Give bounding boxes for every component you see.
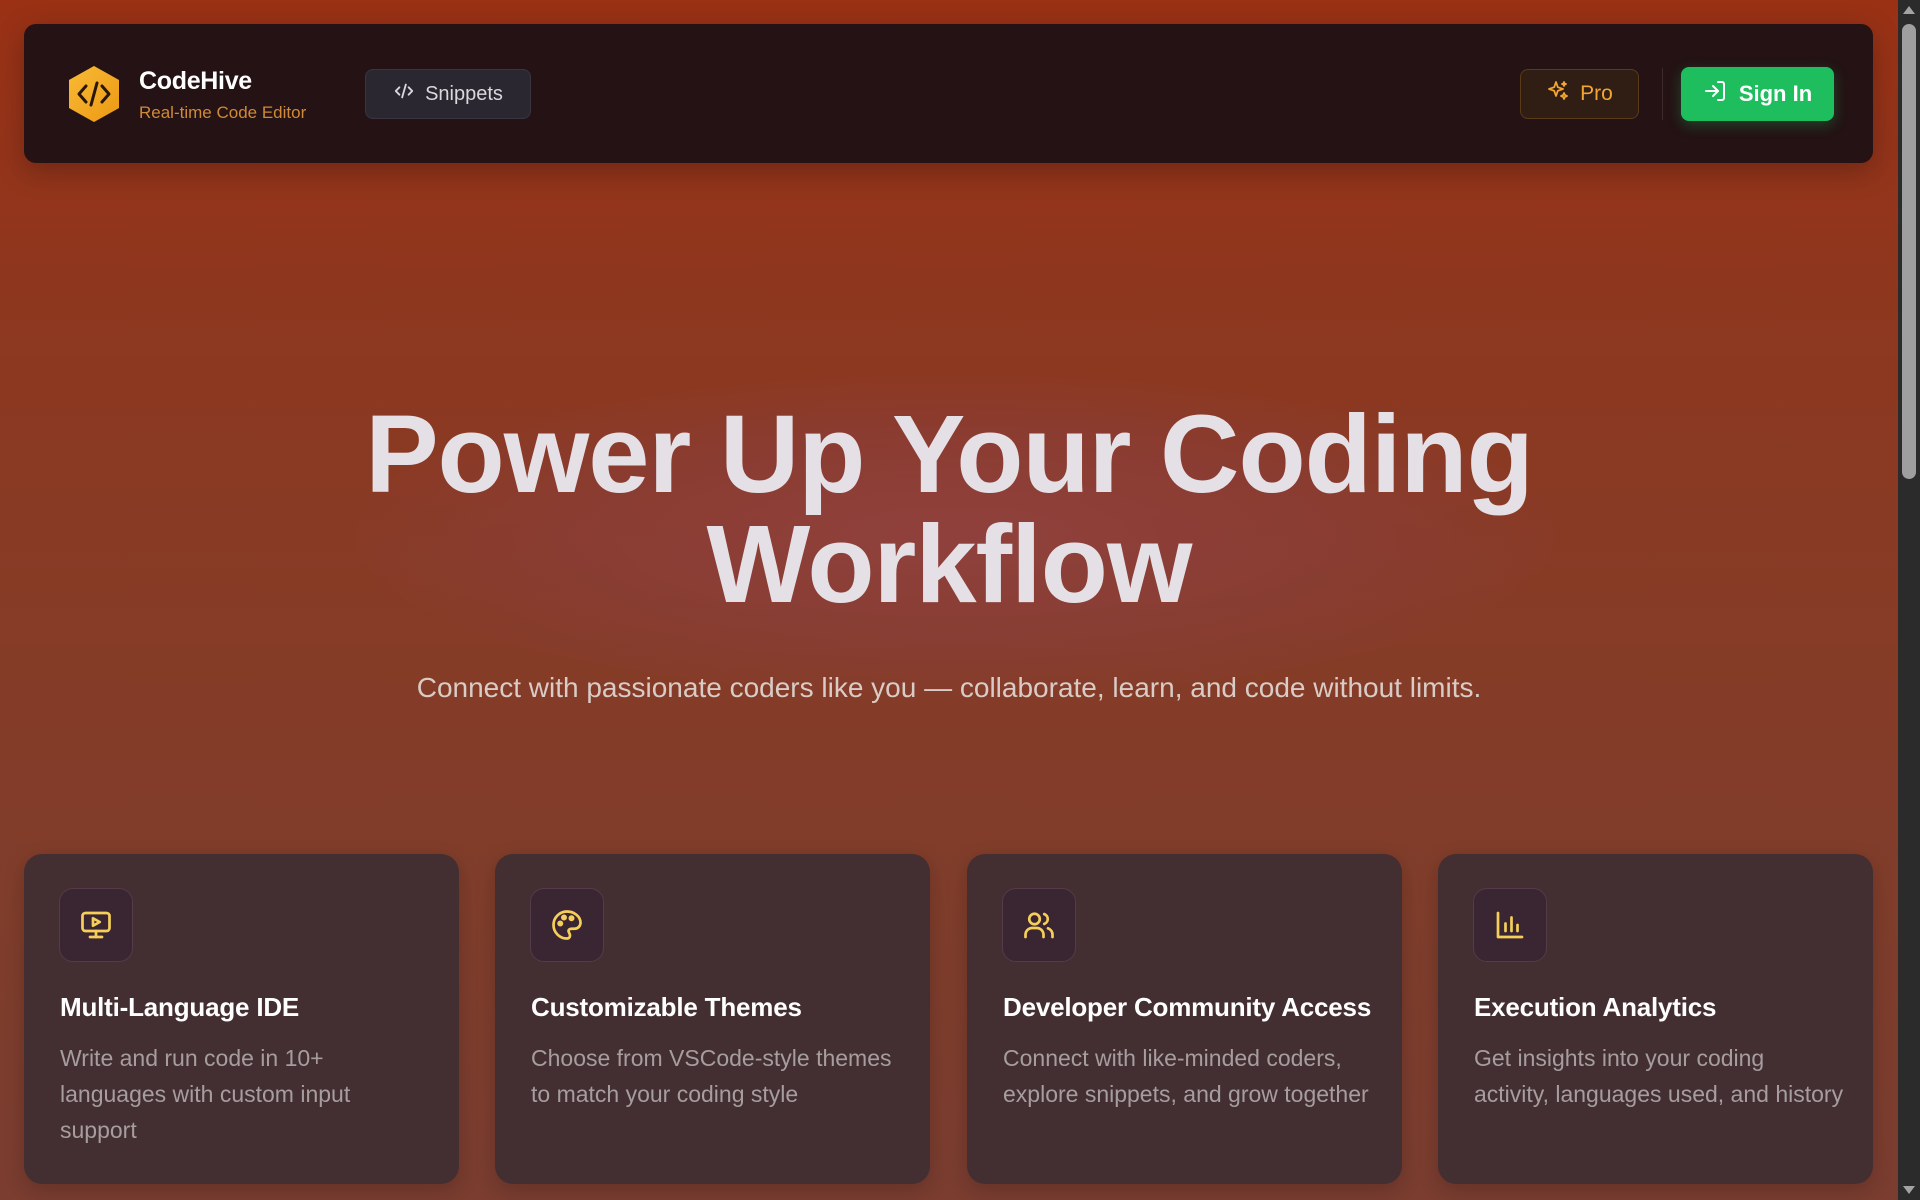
feature-title: Customizable Themes xyxy=(531,992,802,1022)
log-in-icon xyxy=(1703,79,1727,109)
feature-title: Execution Analytics xyxy=(1474,992,1717,1022)
feature-card-execution-analytics: Execution Analytics Get insights into yo… xyxy=(1438,854,1873,1184)
hero-title: Power Up Your Coding Workflow xyxy=(0,400,1898,620)
feature-description: Connect with like-minded coders, explore… xyxy=(1003,1045,1369,1107)
scroll-down-arrow-icon[interactable] xyxy=(1903,1186,1915,1194)
feature-title: Multi-Language IDE xyxy=(60,992,300,1022)
users-icon xyxy=(1002,888,1076,962)
pro-button[interactable]: Pro xyxy=(1520,69,1639,119)
snippets-label: Snippets xyxy=(425,82,503,105)
code-icon xyxy=(393,80,415,108)
monitor-play-icon xyxy=(59,888,133,962)
pro-label: Pro xyxy=(1580,82,1613,105)
header-divider xyxy=(1662,68,1663,120)
hero-title-line-2: Workflow xyxy=(706,503,1193,626)
brand-name[interactable]: CodeHive xyxy=(139,67,252,96)
sign-in-button[interactable]: Sign In xyxy=(1681,67,1834,121)
feature-title: Developer Community Access xyxy=(1003,992,1372,1022)
sign-in-label: Sign In xyxy=(1738,81,1813,106)
scrollbar-thumb[interactable] xyxy=(1902,24,1916,479)
feature-description: Choose from VSCode-style themes to match… xyxy=(531,1045,892,1107)
page: CodeHive Real-time Code Editor Snippets … xyxy=(0,0,1898,1200)
scroll-up-arrow-icon[interactable] xyxy=(1903,6,1915,14)
feature-description: Write and run code in 10+ languages with… xyxy=(60,1045,351,1143)
codehive-logo-icon[interactable] xyxy=(64,64,124,124)
palette-icon xyxy=(530,888,604,962)
feature-description: Get insights into your coding activity, … xyxy=(1474,1045,1844,1107)
feature-card-multi-language-ide: Multi-Language IDE Write and run code in… xyxy=(24,854,459,1184)
feature-card-developer-community: Developer Community Access Connect with … xyxy=(967,854,1402,1184)
hero-title-line-1: Power Up Your Coding xyxy=(365,393,1534,516)
snippets-button[interactable]: Snippets xyxy=(365,69,531,119)
hero-subtitle: Connect with passionate coders like you … xyxy=(416,672,1482,703)
sparkles-icon xyxy=(1546,79,1570,109)
top-navbar: CodeHive Real-time Code Editor Snippets … xyxy=(24,24,1873,163)
vertical-scrollbar[interactable] xyxy=(1898,0,1920,1200)
bar-chart-icon xyxy=(1473,888,1547,962)
feature-card-customizable-themes: Customizable Themes Choose from VSCode-s… xyxy=(495,854,930,1184)
brand-subtitle: Real-time Code Editor xyxy=(139,103,307,122)
